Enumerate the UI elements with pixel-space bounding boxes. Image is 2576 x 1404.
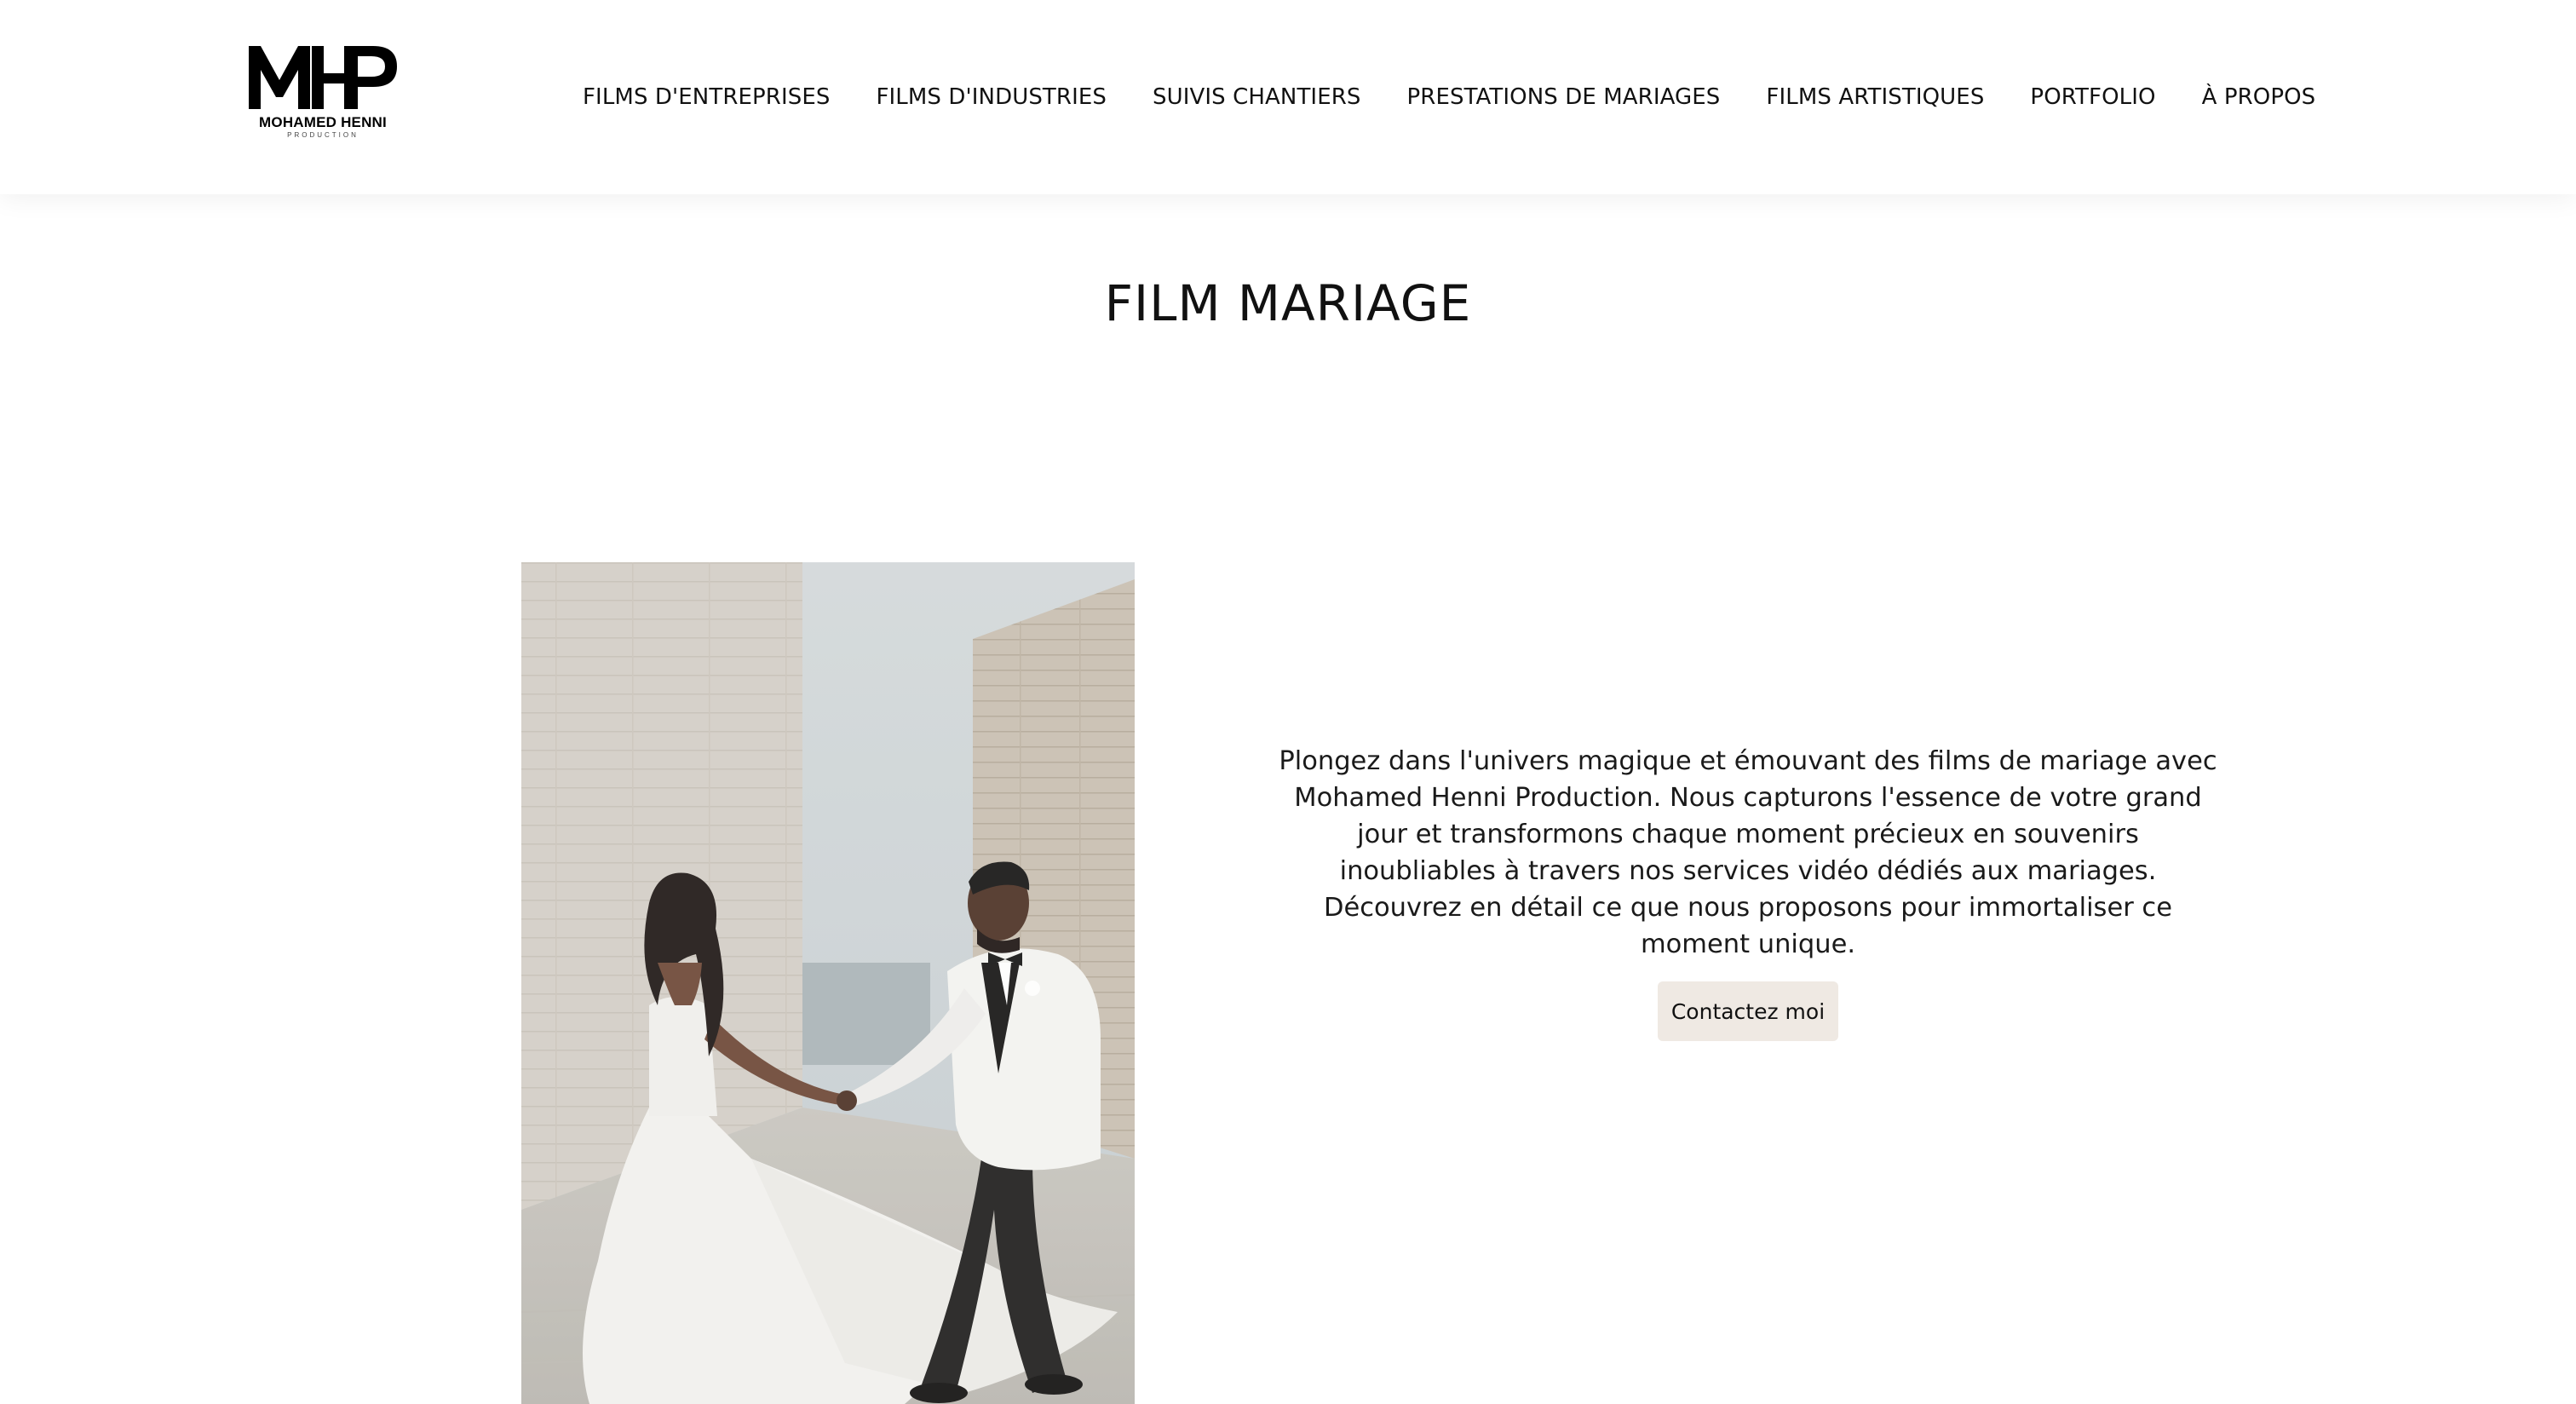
contact-button[interactable]: Contactez moi bbox=[1658, 981, 1838, 1041]
mhp-monogram-icon bbox=[249, 46, 397, 109]
nav-item-prestations-mariages[interactable]: PRESTATIONS DE MARIAGES bbox=[1407, 84, 1721, 110]
main-navigation: FILMS D'ENTREPRISES FILMS D'INDUSTRIES S… bbox=[583, 78, 2315, 116]
brand-name: MOHAMED HENNI bbox=[259, 114, 387, 130]
nav-item-films-industries[interactable]: FILMS D'INDUSTRIES bbox=[876, 84, 1107, 110]
intro-paragraph: Plongez dans l'univers magique et émouva… bbox=[1279, 746, 2217, 959]
nav-item-portfolio[interactable]: PORTFOLIO bbox=[2030, 84, 2155, 110]
nav-item-films-entreprises[interactable]: FILMS D'ENTREPRISES bbox=[583, 84, 830, 110]
page-title: FILM MARIAGE bbox=[1104, 274, 1472, 332]
nav-item-a-propos[interactable]: À PROPOS bbox=[2202, 84, 2316, 110]
nav-item-films-artistiques[interactable]: FILMS ARTISTIQUES bbox=[1766, 84, 1984, 110]
brand-subtitle: PRODUCTION bbox=[287, 131, 359, 139]
wedding-couple-photo bbox=[521, 562, 1135, 1404]
site-header: MOHAMED HENNI PRODUCTION FILMS D'ENTREPR… bbox=[0, 0, 2576, 194]
brand-logo[interactable]: MOHAMED HENNI PRODUCTION bbox=[247, 41, 399, 140]
nav-item-suivis-chantiers[interactable]: SUIVIS CHANTIERS bbox=[1153, 84, 1361, 110]
